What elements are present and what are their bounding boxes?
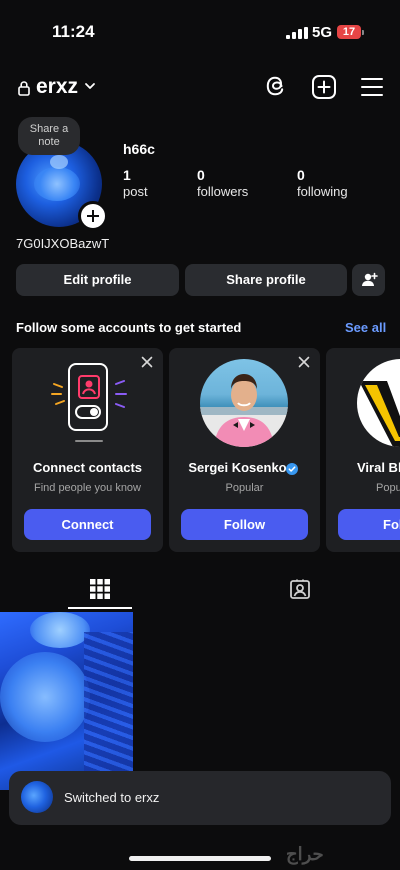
home-indicator[interactable] <box>129 856 271 861</box>
grid-tab-icon[interactable] <box>89 578 111 600</box>
see-all-link[interactable]: See all <box>345 320 386 335</box>
close-icon[interactable] <box>298 356 310 368</box>
account-switcher[interactable]: erxz <box>36 75 78 99</box>
network-type: 5G <box>312 24 333 41</box>
battery-icon: 17 <box>337 25 361 39</box>
display-name: h66c <box>123 141 155 157</box>
lock-icon <box>18 81 30 96</box>
following-count[interactable]: 0 <box>297 167 305 183</box>
watermark: حراج <box>286 844 324 864</box>
connect-button[interactable]: Connect <box>24 509 151 540</box>
suggestion-card-contacts: Connect contacts Find people you know Co… <box>12 348 163 552</box>
edit-profile-button[interactable]: Edit profile <box>16 264 179 296</box>
posts-label[interactable]: post <box>123 184 148 199</box>
cellular-signal-icon <box>286 27 308 39</box>
profile-handle: 7G0IJXOBazwT <box>16 236 110 251</box>
add-story-icon[interactable] <box>78 201 108 231</box>
create-post-icon[interactable] <box>311 74 337 100</box>
posts-count[interactable]: 1 <box>123 167 131 183</box>
suggestions-heading: Follow some accounts to get started <box>16 320 242 335</box>
verified-badge-icon <box>286 463 298 475</box>
card-subtitle: Popu <box>376 482 400 494</box>
following-label[interactable]: following <box>297 184 348 199</box>
followers-count[interactable]: 0 <box>197 167 205 183</box>
follow-button[interactable]: Follow <box>181 509 308 540</box>
suggestion-card-viral: Viral Bh Popu Fol <box>326 348 400 552</box>
card-subtitle: Find people you know <box>33 482 141 494</box>
tagged-tab-icon[interactable] <box>289 578 311 600</box>
active-tab-indicator <box>68 607 132 609</box>
suggestion-card-sergei: Sergei Kosenko Popular Follow <box>169 348 320 552</box>
share-note-bubble[interactable]: Share a note <box>18 117 80 155</box>
status-time: 11:24 <box>52 22 95 41</box>
threads-icon[interactable] <box>264 74 290 100</box>
close-icon[interactable] <box>141 356 153 368</box>
battery-tip <box>362 30 364 35</box>
toast-avatar <box>21 781 53 813</box>
add-person-icon <box>362 272 378 286</box>
post-thumbnail[interactable] <box>0 612 133 790</box>
chevron-down-icon[interactable] <box>84 80 96 92</box>
menu-icon[interactable] <box>359 74 385 100</box>
discover-people-button[interactable] <box>352 264 385 296</box>
card-subtitle: Popular <box>225 482 264 494</box>
card-title: Viral Bh <box>357 460 400 475</box>
card-title: Connect contacts <box>32 460 143 475</box>
follow-button[interactable]: Fol <box>338 509 400 540</box>
viral-avatar[interactable] <box>357 359 400 447</box>
contacts-phone-illustration <box>51 363 127 442</box>
toast-message: Switched to erxz <box>64 790 160 805</box>
share-profile-button[interactable]: Share profile <box>185 264 347 296</box>
followers-label[interactable]: followers <box>197 184 248 199</box>
sergei-avatar[interactable] <box>200 359 288 447</box>
